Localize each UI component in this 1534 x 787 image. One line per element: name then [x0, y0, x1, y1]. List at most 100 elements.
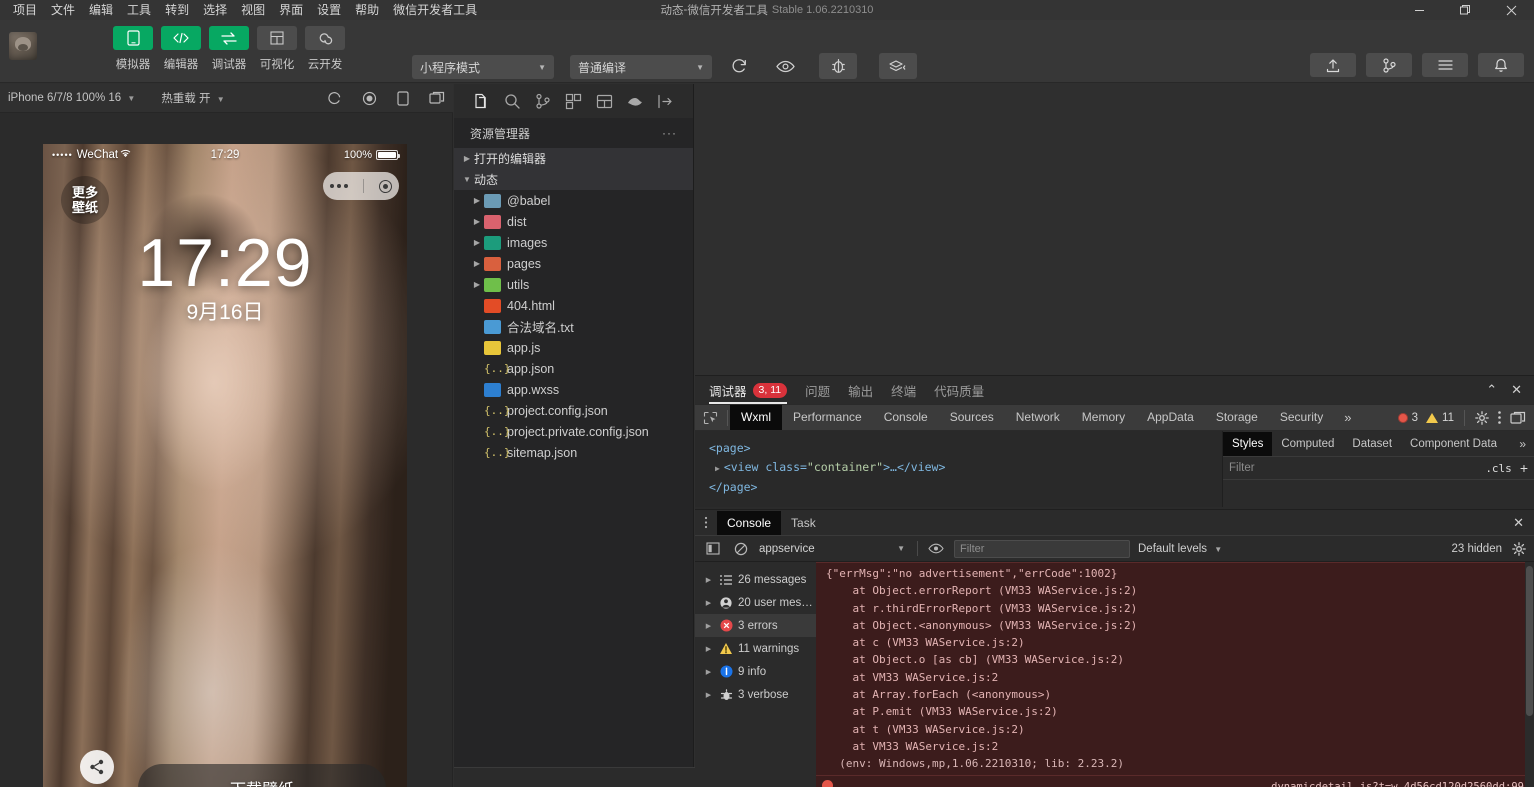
styles-tab-dataset[interactable]: Dataset [1343, 432, 1401, 456]
compile-select[interactable]: 普通编译 ▼ [570, 55, 712, 79]
layout-icon[interactable] [589, 88, 620, 114]
add-style-rule-icon[interactable]: + [1520, 460, 1528, 476]
styles-more-tabs-icon[interactable]: » [1511, 437, 1534, 451]
chevron-right-icon[interactable]: ▶ [470, 217, 484, 226]
chevron-right-icon[interactable]: ▶ [470, 196, 484, 205]
search-icon[interactable] [497, 88, 528, 114]
devtools-tab-network[interactable]: Network [1005, 405, 1071, 430]
close-button[interactable] [1488, 0, 1534, 20]
log-entry-error-2[interactable]: ▶ ▶ {errMsg: "no ad data"} (env: Windows… [816, 775, 1534, 787]
menu-view[interactable]: 视图 [234, 1, 272, 20]
styles-filter-input[interactable]: Filter [1229, 462, 1255, 474]
styles-tab-computed[interactable]: Computed [1272, 432, 1343, 456]
gear-icon[interactable] [1475, 410, 1489, 425]
more-dots-icon[interactable] [330, 184, 349, 188]
chevron-right-icon[interactable]: ▶ [470, 280, 484, 289]
capsule-menu[interactable] [323, 172, 399, 200]
more-options-icon[interactable]: ··· [662, 126, 677, 140]
styles-tab-component-data[interactable]: Component Data [1401, 432, 1506, 456]
sidebar-item-messages[interactable]: ▶ 26 messages [695, 568, 816, 591]
menu-tools[interactable]: 工具 [120, 1, 158, 20]
editor-area[interactable] [695, 84, 1534, 375]
avatar[interactable] [9, 32, 37, 60]
section-open-editors[interactable]: ▶ 打开的编辑器 [454, 148, 693, 169]
tab-terminal[interactable]: 终端 [891, 376, 916, 404]
devtools-tab-appdata[interactable]: AppData [1136, 405, 1205, 430]
devtools-tab-performance[interactable]: Performance [782, 405, 873, 430]
sidebar-item-info[interactable]: ▶ 9 info [695, 660, 816, 683]
gear-icon[interactable] [1512, 541, 1526, 556]
dock-icon[interactable] [1510, 411, 1526, 425]
menu-devtools[interactable]: 微信开发者工具 [386, 1, 484, 20]
console-log-area[interactable]: {"errMsg":"no advertisement","errCode":1… [816, 562, 1534, 787]
tab-code-quality[interactable]: 代码质量 [934, 376, 984, 404]
debugger-toggle[interactable]: 调试器 [209, 26, 249, 72]
tree-row-app-wxss[interactable]: ▶ app.wxss [454, 379, 693, 400]
devtools-tab-sources[interactable]: Sources [939, 405, 1005, 430]
wxml-line-2[interactable]: ▶ <view class="container">…</view> [709, 458, 1222, 478]
tree-row-app-js[interactable]: ▶ app.js [454, 337, 693, 358]
error-count[interactable]: 3 [1397, 412, 1418, 424]
cloud-toggle[interactable]: 云开发 [305, 26, 345, 72]
debug-icon[interactable] [620, 88, 651, 114]
console-tab-task[interactable]: Task [781, 511, 826, 535]
devtools-tab-storage[interactable]: Storage [1205, 405, 1269, 430]
collapse-panel-icon[interactable]: ⌃ [1486, 382, 1497, 398]
tree-row-utils[interactable]: ▶ utils [454, 274, 693, 295]
tree-row-404-html[interactable]: ▶ 404.html [454, 295, 693, 316]
tree-row-app-json[interactable]: ▶ {..} app.json [454, 358, 693, 379]
console-tab-console[interactable]: Console [717, 510, 782, 535]
devtools-tab-wxml[interactable]: Wxml [730, 405, 782, 430]
visualization-toggle[interactable]: 可视化 [257, 26, 297, 72]
menu-help[interactable]: 帮助 [348, 1, 386, 20]
mode-select[interactable]: 小程序模式 ▼ [412, 55, 554, 79]
close-console-icon[interactable]: ✕ [1513, 515, 1534, 531]
phone-preview[interactable]: ••••• WeChat 17:29 100% 更多 壁纸 17:29 9月16… [43, 144, 407, 787]
close-panel-icon[interactable]: ✕ [1511, 382, 1522, 398]
tree-row-images[interactable]: ▶ images [454, 232, 693, 253]
rotate-device-icon[interactable] [397, 90, 409, 106]
inspect-element-icon[interactable] [695, 411, 725, 425]
sidebar-item-user-messages[interactable]: ▶ 20 user mes… [695, 591, 816, 614]
maximize-button[interactable] [1442, 0, 1488, 20]
tree-row-project-private-config[interactable]: ▶ {..} project.private.config.json [454, 421, 693, 442]
clear-console-icon[interactable] [731, 542, 751, 556]
menu-edit[interactable]: 编辑 [82, 1, 120, 20]
tree-row-dist[interactable]: ▶ dist [454, 211, 693, 232]
console-filter-input[interactable]: Filter [954, 539, 1130, 558]
menu-goto[interactable]: 转到 [158, 1, 196, 20]
devtools-tab-console[interactable]: Console [873, 405, 939, 430]
chevron-right-icon[interactable]: ▶ [470, 238, 484, 247]
share-button[interactable]: 分享 [80, 750, 114, 787]
minimize-button[interactable] [1396, 0, 1442, 20]
devtools-more-tabs-icon[interactable]: » [1334, 410, 1361, 425]
tree-row-domains-txt[interactable]: ▶ 合法域名.txt [454, 316, 693, 337]
collapse-icon[interactable] [650, 88, 681, 114]
sidebar-item-warnings[interactable]: ▶ 11 warnings [695, 637, 816, 660]
chevron-right-icon[interactable]: ▶ [470, 259, 484, 268]
new-window-icon[interactable] [429, 91, 445, 105]
sidebar-item-verbose[interactable]: ▶ 3 verbose [695, 683, 816, 706]
tab-debugger[interactable]: 调试器 3, 11 [709, 376, 788, 404]
menu-project[interactable]: 项目 [6, 1, 44, 20]
record-icon[interactable] [362, 91, 377, 106]
refresh-icon[interactable] [327, 91, 342, 106]
section-project-root[interactable]: ▼ 动态 [454, 169, 693, 190]
log-source-link[interactable]: dynamicdetail.js?t=w_4d56cd120d2560dd:99 [1271, 779, 1524, 787]
styles-tab-styles[interactable]: Styles [1223, 431, 1273, 456]
simulator-toggle[interactable]: 模拟器 [113, 26, 153, 72]
context-select[interactable]: appservice ▼ [759, 543, 909, 555]
chevron-right-icon[interactable]: ▶ [715, 464, 720, 473]
sidebar-toggle-icon[interactable] [703, 542, 723, 555]
hot-reload-select[interactable]: 热重载 开 ▼ [161, 90, 224, 106]
menu-select[interactable]: 选择 [196, 1, 234, 20]
cls-toggle[interactable]: .cls [1485, 462, 1512, 475]
tree-row-sitemap-json[interactable]: ▶ {..} sitemap.json [454, 442, 693, 463]
kebab-icon[interactable] [695, 516, 717, 529]
tree-row-babel[interactable]: ▶ @babel [454, 190, 693, 211]
log-entry-error-1[interactable]: {"errMsg":"no advertisement","errCode":1… [816, 562, 1534, 776]
tab-output[interactable]: 输出 [848, 376, 873, 404]
close-target-icon[interactable] [378, 179, 392, 193]
log-levels-select[interactable]: Default levels ▼ [1138, 543, 1222, 555]
warning-count[interactable]: 11 [1426, 412, 1454, 424]
